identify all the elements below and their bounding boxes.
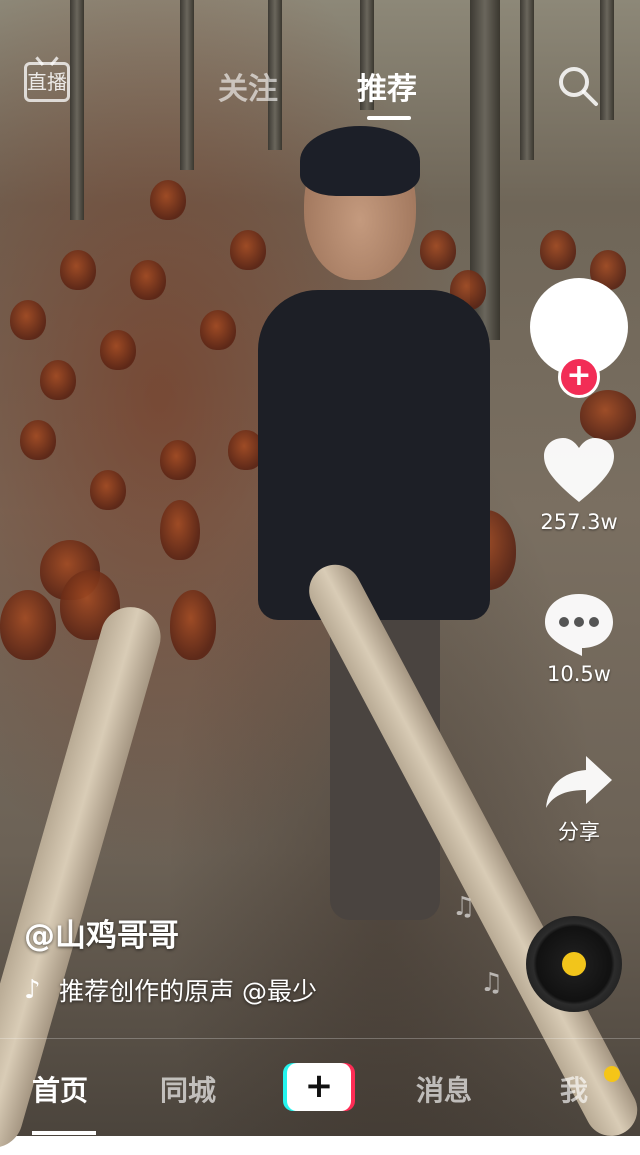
active-tab-indicator (367, 116, 411, 120)
tab-follow[interactable]: 关注 (218, 64, 278, 108)
music-info[interactable]: ♪ 推荐创作的原声 @最少 (24, 972, 384, 1012)
music-title: 推荐创作的原声 @最少 (59, 977, 318, 1006)
nav-me[interactable]: 我 (560, 1069, 588, 1109)
disc-center (562, 952, 586, 976)
heart-icon (544, 438, 614, 502)
share-label: 分享 (558, 820, 600, 844)
nav-home[interactable]: 首页 (32, 1069, 88, 1109)
top-bar: 直播 关注 推荐 (0, 56, 640, 120)
comment-button[interactable]: 10.5w (530, 590, 628, 686)
like-button[interactable]: 257.3w (530, 436, 628, 534)
music-disc[interactable] (526, 916, 622, 1012)
bottom-nav: 首页 同城 + 消息 我 (0, 1038, 640, 1137)
person-shirt (258, 290, 490, 620)
nav-city[interactable]: 同城 (160, 1069, 216, 1109)
music-note-icon: ♫ (452, 892, 476, 922)
follow-plus-button[interactable]: + (558, 356, 600, 398)
music-note-icon: ♪ (24, 975, 41, 1005)
person-hair (300, 126, 420, 196)
search-icon[interactable] (556, 64, 600, 108)
comment-count: 10.5w (547, 662, 611, 686)
live-tv-icon[interactable]: 直播 (24, 62, 70, 102)
plus-icon: + (287, 1063, 351, 1111)
notification-dot (604, 1066, 620, 1082)
share-arrow-icon (546, 756, 612, 808)
comment-icon (545, 594, 613, 656)
like-count: 257.3w (540, 510, 618, 534)
nav-messages[interactable]: 消息 (416, 1069, 472, 1109)
music-note-icon: ♫ (480, 968, 504, 998)
author-name[interactable]: @山鸡哥哥 (24, 910, 179, 955)
share-button[interactable]: 分享 (530, 752, 628, 846)
nav-home-indicator (32, 1131, 96, 1135)
live-label: 直播 (27, 70, 67, 94)
create-button[interactable]: + (283, 1063, 355, 1111)
tab-recommend[interactable]: 推荐 (357, 64, 417, 108)
